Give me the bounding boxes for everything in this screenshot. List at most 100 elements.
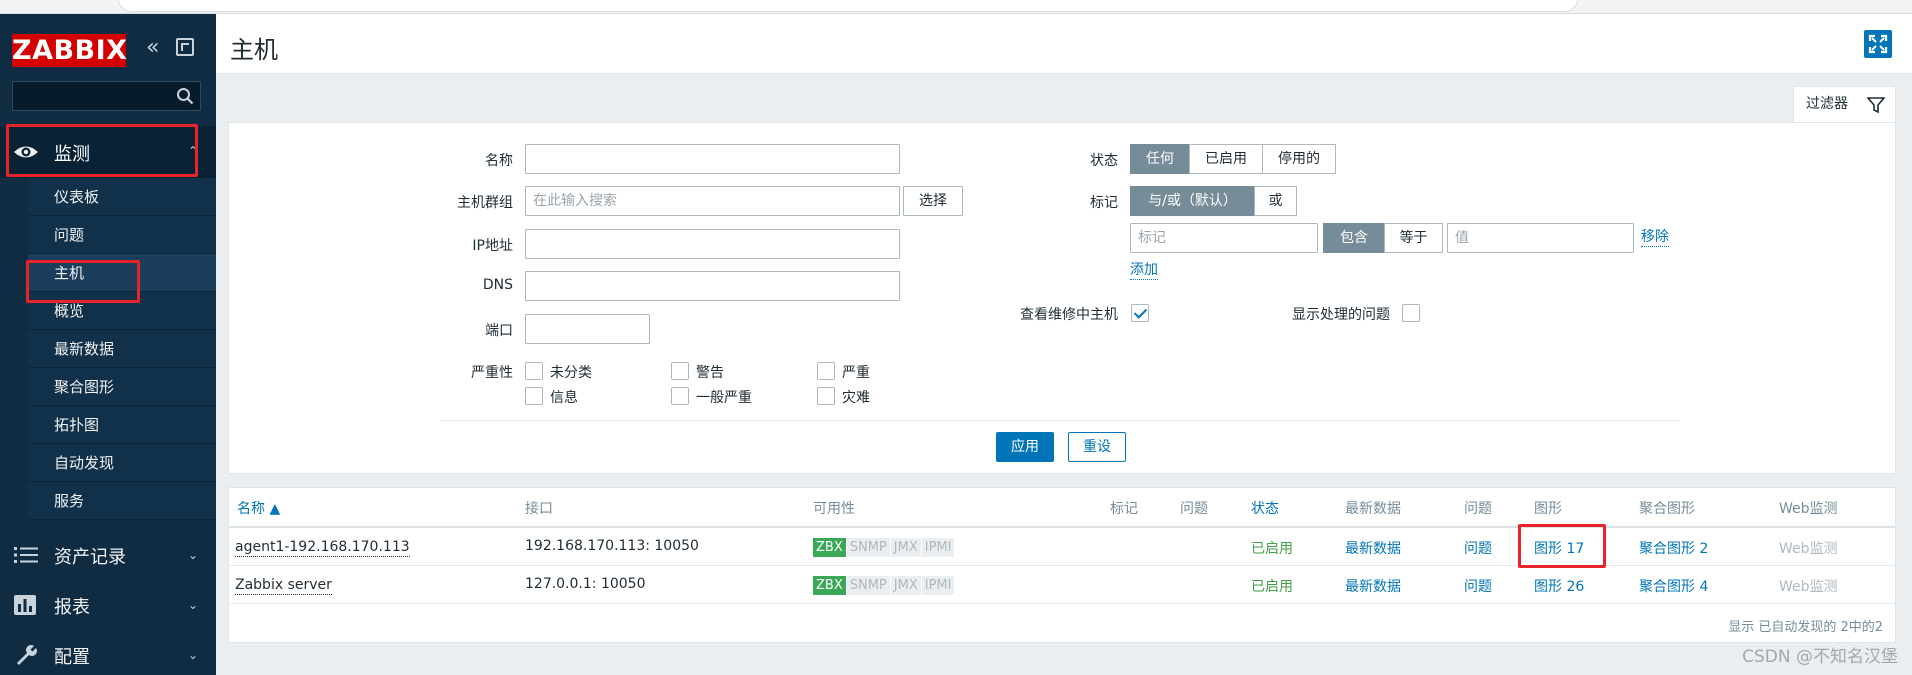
submenu-rail: [0, 178, 28, 528]
badge-jmx: JMX: [890, 538, 921, 557]
remove-tag-link[interactable]: 移除: [1641, 228, 1669, 247]
severity-checkbox-disaster[interactable]: [817, 387, 835, 405]
label-tags: 标记: [1090, 195, 1118, 211]
wrench-icon: [17, 645, 37, 665]
page-header: 主机: [216, 14, 1912, 74]
menu-inventory-label: 资产记录: [54, 547, 126, 568]
severity-checkbox-information[interactable]: [525, 387, 543, 405]
badge-jmx: JMX: [890, 576, 921, 595]
graphs-link[interactable]: 图形 17: [1534, 538, 1584, 558]
filter-tab[interactable]: 过滤器: [1793, 86, 1896, 122]
sidebar: ZABBIX « 监测 ⌃ 仪表板 问题 主机 概览 最新数据 聚合图形 拓扑图…: [0, 14, 216, 675]
select-button[interactable]: 选择: [903, 186, 963, 216]
host-status-link[interactable]: 已启用: [1251, 538, 1293, 558]
address-bar[interactable]: [118, 0, 1578, 12]
tag-mode-and-or-option[interactable]: 与/或（默认）: [1130, 186, 1255, 216]
search-icon[interactable]: [176, 87, 194, 105]
port-input[interactable]: [525, 314, 650, 344]
submenu-item-discovery[interactable]: 自动发现: [28, 444, 216, 482]
label-show-maintenance: 查看维修中主机: [1020, 307, 1118, 323]
severity-checkbox-warning[interactable]: [671, 362, 689, 380]
problems-link[interactable]: 问题: [1464, 576, 1492, 596]
fullscreen-button[interactable]: [1864, 30, 1892, 58]
submenu-item-overview[interactable]: 概览: [28, 292, 216, 330]
severity-checkbox-not-classified[interactable]: [525, 362, 543, 380]
show-maintenance-checkbox[interactable]: [1131, 304, 1149, 322]
submenu-item-problems[interactable]: 问题: [28, 216, 216, 254]
label-name: 名称: [485, 153, 513, 169]
tag-mode-or-option[interactable]: 或: [1254, 186, 1297, 216]
column-header-interface[interactable]: 接口: [525, 498, 553, 518]
menu-monitoring[interactable]: 监测 ⌃: [0, 126, 216, 178]
column-header-problems: 问题: [1180, 501, 1208, 517]
column-header-status[interactable]: 状态: [1251, 498, 1279, 518]
filter-tab-label: 过滤器: [1806, 96, 1848, 112]
availability-badges: ZBX SNMP JMX IPMI: [813, 538, 955, 557]
severity-checkbox-average[interactable]: [671, 387, 689, 405]
tag-value-input[interactable]: 值: [1447, 223, 1634, 253]
column-header-name[interactable]: 名称 ▲: [237, 498, 280, 518]
dns-input[interactable]: [525, 271, 900, 301]
badge-ipmi: IPMI: [921, 538, 955, 557]
badge-zbx: ZBX: [813, 538, 846, 557]
host-interface: 127.0.0.1: 10050: [525, 576, 646, 592]
screens-link[interactable]: 聚合图形 2: [1639, 538, 1708, 558]
latest-data-link[interactable]: 最新数据: [1345, 538, 1401, 558]
table-footer-summary: 显示 已自动发现的 2中的2: [1728, 620, 1883, 635]
severity-label-not-classified: 未分类: [550, 365, 592, 381]
apply-button[interactable]: 应用: [996, 432, 1054, 462]
tag-operator-equals-option[interactable]: 等于: [1384, 223, 1443, 253]
tag-name-input[interactable]: 标记: [1130, 223, 1318, 253]
column-header-tags: 标记: [1110, 501, 1138, 517]
menu-reports[interactable]: 报表 ⌄: [0, 580, 216, 630]
severity-label-information: 信息: [550, 390, 578, 406]
table-header-line: [229, 526, 1895, 528]
severity-label-disaster: 灾难: [842, 390, 870, 406]
label-ip: IP地址: [472, 238, 513, 254]
status-disabled-option[interactable]: 停用的: [1262, 144, 1336, 174]
row-divider: [229, 565, 1895, 566]
problems-link[interactable]: 问题: [1464, 538, 1492, 558]
show-suppressed-checkbox[interactable]: [1402, 304, 1420, 322]
menu-monitoring-label: 监测: [54, 144, 90, 165]
chevron-down-icon: ⌄: [187, 648, 198, 662]
zabbix-logo[interactable]: ZABBIX: [12, 34, 127, 67]
web-monitoring-link: Web监测: [1779, 541, 1838, 557]
label-port: 端口: [485, 323, 513, 339]
tag-operator-contains-option[interactable]: 包含: [1323, 223, 1385, 253]
host-status-link[interactable]: 已启用: [1251, 576, 1293, 596]
fullscreen-icon: [1868, 34, 1888, 54]
graphs-link[interactable]: 图形 26: [1534, 576, 1584, 596]
kiosk-mode-icon[interactable]: [176, 38, 194, 56]
submenu-item-hosts[interactable]: 主机: [28, 254, 216, 292]
host-name-link[interactable]: Zabbix server: [235, 576, 332, 595]
label-dns: DNS: [482, 277, 513, 293]
sidebar-search-input[interactable]: [12, 81, 201, 111]
label-severity: 严重性: [471, 365, 513, 381]
reset-button[interactable]: 重设: [1068, 432, 1126, 462]
badge-ipmi: IPMI: [921, 576, 955, 595]
ip-input[interactable]: [525, 229, 900, 259]
column-header-graphs: 图形: [1534, 501, 1562, 517]
severity-checkbox-high[interactable]: [817, 362, 835, 380]
submenu-item-services[interactable]: 服务: [28, 482, 216, 520]
status-enabled-option[interactable]: 已启用: [1189, 144, 1263, 174]
submenu-item-screens[interactable]: 聚合图形: [28, 368, 216, 406]
latest-data-link[interactable]: 最新数据: [1345, 576, 1401, 596]
menu-inventory[interactable]: 资产记录 ⌄: [0, 530, 216, 580]
funnel-icon: [1867, 97, 1885, 114]
host-name-link[interactable]: agent1-192.168.170.113: [235, 538, 410, 557]
status-any-option[interactable]: 任何: [1130, 144, 1190, 174]
submenu-item-latest-data[interactable]: 最新数据: [28, 330, 216, 368]
menu-configuration[interactable]: 配置 ⌄: [0, 630, 216, 675]
host-group-input[interactable]: 在此输入搜索: [525, 186, 900, 216]
submenu-item-dashboard[interactable]: 仪表板: [28, 178, 216, 216]
collapse-sidebar-icon[interactable]: «: [146, 36, 166, 60]
name-input[interactable]: [525, 144, 900, 174]
screens-link[interactable]: 聚合图形 4: [1639, 576, 1708, 596]
submenu-item-maps[interactable]: 拓扑图: [28, 406, 216, 444]
severity-label-high: 严重: [842, 365, 870, 381]
severity-label-average: 一般严重: [696, 390, 752, 406]
add-tag-link[interactable]: 添加: [1130, 261, 1158, 280]
row-divider: [229, 603, 1895, 604]
